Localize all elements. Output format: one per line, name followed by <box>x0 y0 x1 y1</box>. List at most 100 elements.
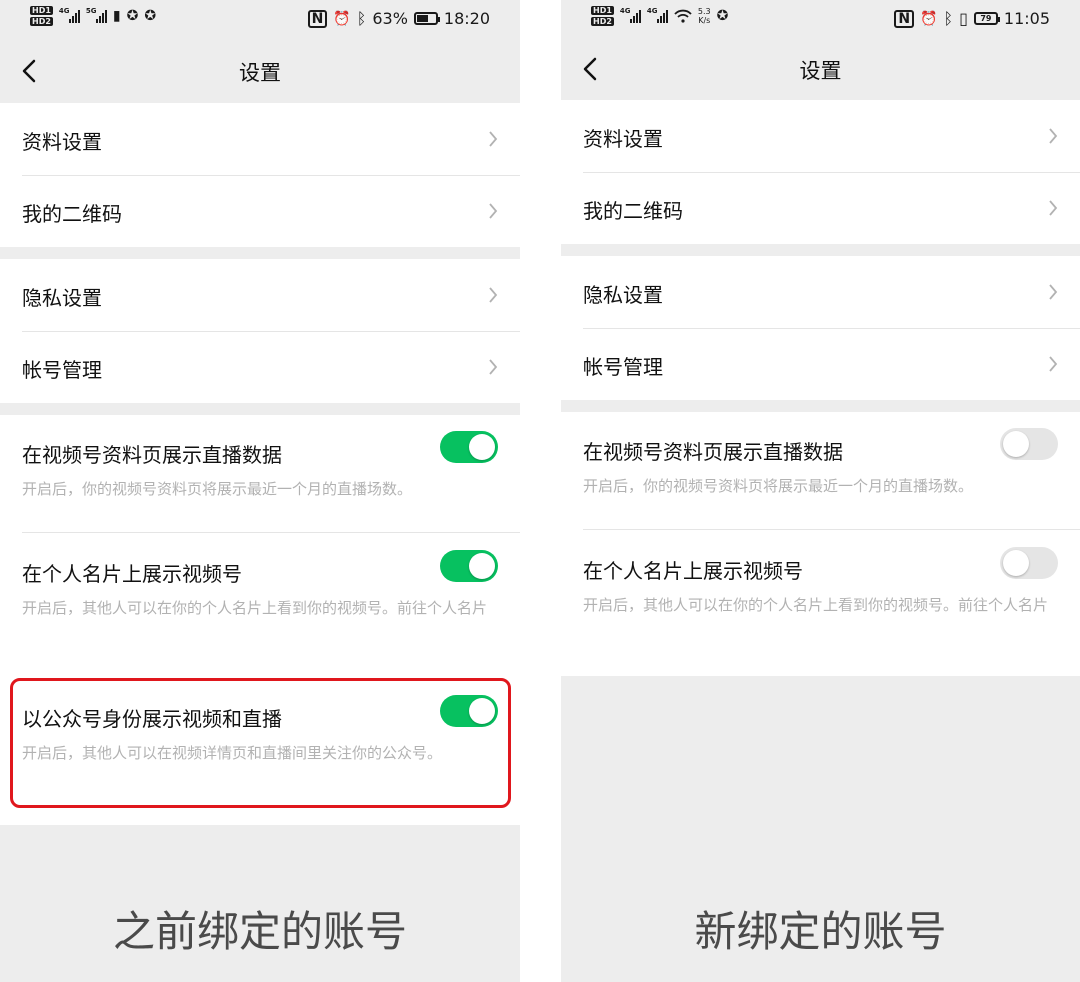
row-label: 帐号管理 <box>583 355 663 379</box>
toggle-item-live-data: 在视频号资料页展示直播数据 开启后，你的视频号资料页将展示最近一个月的直播场数。 <box>561 428 1080 536</box>
bluetooth-icon: ᛒ <box>943 9 954 28</box>
battery-percent: 79 <box>980 14 992 23</box>
hd-indicator: HD1 HD2 <box>591 6 614 26</box>
show-on-card-switch[interactable] <box>440 550 498 582</box>
settings-row-account-manage[interactable]: 帐号管理 <box>561 328 1080 400</box>
page-title: 设置 <box>239 61 281 85</box>
chevron-right-icon <box>489 131 498 147</box>
toggle-description: 开启后，其他人可以在你的个人名片上看到你的视频号。前往个人名片 <box>22 599 488 617</box>
vibrate-icon: ▯ <box>959 9 968 28</box>
page-title: 设置 <box>799 59 842 83</box>
network-type-label: 4G <box>646 7 658 15</box>
bluetooth-icon: ᛒ <box>356 9 367 28</box>
battery-fill <box>416 15 429 22</box>
live-data-switch[interactable] <box>1000 428 1058 460</box>
signal-icon: 4G <box>646 7 668 23</box>
settings-row-privacy[interactable]: 隐私设置 <box>561 256 1080 328</box>
status-right: N ⏰ ᛒ ▯ 79 11:05 <box>894 9 1050 28</box>
toggle-description: 开启后，你的视频号资料页将展示最近一个月的直播场数。 <box>583 477 974 495</box>
row-label: 帐号管理 <box>22 358 102 382</box>
battery-icon <box>413 12 440 25</box>
status-bar: HD1 HD2 4G 5G ▮ ✪ ✪ N ⏰ ᛒ 63% 18:20 <box>0 0 520 40</box>
battery-icon: 79 <box>973 12 1000 25</box>
nav-bar: 设置 <box>561 38 1080 100</box>
chevron-right-icon <box>1049 128 1058 144</box>
hd-indicator: HD1 HD2 <box>30 6 53 26</box>
settings-row-qrcode[interactable]: 我的二维码 <box>0 175 520 247</box>
toggle-item-show-on-card: 在个人名片上展示视频号 开启后，其他人可以在你的个人名片上看到你的视频号。前往个… <box>561 547 1080 675</box>
chevron-right-icon <box>1049 200 1058 216</box>
battery-saver-icon: ▮ <box>112 8 121 24</box>
alarm-icon: ⏰ <box>920 10 938 27</box>
clock: 11:05 <box>1003 9 1050 28</box>
nfc-icon: N <box>894 9 915 28</box>
settings-group-profile: 资料设置 我的二维码 <box>561 100 1080 244</box>
row-label: 隐私设置 <box>22 286 102 310</box>
wechat-notification-icon: ✪ <box>144 8 157 24</box>
caption-previous-account: 之前绑定的账号 <box>112 907 407 956</box>
chevron-right-icon <box>489 359 498 375</box>
hd1-label: HD1 <box>591 6 614 15</box>
switch-knob <box>1003 550 1029 576</box>
wifi-icon <box>674 9 692 23</box>
signal-icon: 4G <box>58 7 80 23</box>
toggle-title: 在个人名片上展示视频号 <box>583 559 803 583</box>
network-type-label: 4G <box>619 7 631 15</box>
nav-bar: 设置 <box>0 40 520 102</box>
network-type-label: 4G <box>58 7 70 15</box>
switch-knob <box>1003 431 1029 457</box>
settings-group-channels: 在视频号资料页展示直播数据 开启后，你的视频号资料页将展示最近一个月的直播场数。… <box>561 412 1080 676</box>
status-bar: HD1 HD2 4G 4G 5.3 K/s ✪ N ⏰ ᛒ ▯ 79 11:05 <box>561 0 1080 40</box>
phone-new-account: HD1 HD2 4G 4G 5.3 K/s ✪ N ⏰ ᛒ ▯ 79 11:05… <box>561 0 1080 982</box>
settings-row-qrcode[interactable]: 我的二维码 <box>561 172 1080 244</box>
chevron-right-icon <box>489 203 498 219</box>
highlight-annotation <box>10 678 511 808</box>
speed-unit: K/s <box>698 16 711 25</box>
clock: 18:20 <box>443 9 490 28</box>
switch-knob <box>469 553 495 579</box>
hd1-label: HD1 <box>30 6 53 15</box>
settings-group-account: 隐私设置 帐号管理 <box>0 259 520 403</box>
settings-row-privacy[interactable]: 隐私设置 <box>0 259 520 331</box>
hd2-label: HD2 <box>591 17 614 26</box>
settings-group-profile: 资料设置 我的二维码 <box>0 103 520 247</box>
switch-knob <box>469 434 495 460</box>
network-type-label: 5G <box>85 7 97 15</box>
toggle-item-live-data: 在视频号资料页展示直播数据 开启后，你的视频号资料页将展示最近一个月的直播场数。 <box>0 431 520 539</box>
show-on-card-switch[interactable] <box>1000 547 1058 579</box>
settings-row-profile[interactable]: 资料设置 <box>561 100 1080 172</box>
wechat-notification-icon: ✪ <box>716 8 729 24</box>
speed-value: 5.3 <box>697 7 711 16</box>
status-left: HD1 HD2 4G 5G ▮ ✪ ✪ <box>30 6 156 26</box>
toggle-description: 开启后，你的视频号资料页将展示最近一个月的直播场数。 <box>22 480 413 498</box>
signal-icon: 5G <box>85 7 107 23</box>
toggle-description: 开启后，其他人可以在你的个人名片上看到你的视频号。前往个人名片 <box>583 596 1049 614</box>
row-label: 资料设置 <box>22 130 102 154</box>
chevron-right-icon <box>1049 356 1058 372</box>
hd2-label: HD2 <box>30 17 53 26</box>
chevron-right-icon <box>489 287 498 303</box>
alarm-icon: ⏰ <box>333 10 351 27</box>
phone-previous-account: HD1 HD2 4G 5G ▮ ✪ ✪ N ⏰ ᛒ 63% 18:20 设置 资… <box>0 0 520 982</box>
row-label: 隐私设置 <box>583 283 663 307</box>
battery-percent: 63% <box>372 9 408 28</box>
settings-row-account-manage[interactable]: 帐号管理 <box>0 331 520 403</box>
status-left: HD1 HD2 4G 4G 5.3 K/s ✪ <box>591 6 728 26</box>
chevron-right-icon <box>1049 284 1058 300</box>
network-speed: 5.3 K/s <box>698 7 711 25</box>
settings-row-profile[interactable]: 资料设置 <box>0 103 520 175</box>
nfc-icon: N <box>307 9 328 28</box>
status-right: N ⏰ ᛒ 63% 18:20 <box>307 9 490 28</box>
signal-icon: 4G <box>619 7 641 23</box>
comparison-screenshot: HD1 HD2 4G 5G ▮ ✪ ✪ N ⏰ ᛒ 63% 18:20 设置 资… <box>0 0 1080 982</box>
row-label: 我的二维码 <box>22 202 122 226</box>
toggle-title: 在视频号资料页展示直播数据 <box>583 440 843 464</box>
divider <box>22 532 520 533</box>
settings-group-account: 隐私设置 帐号管理 <box>561 256 1080 400</box>
live-data-switch[interactable] <box>440 431 498 463</box>
wechat-notification-icon: ✪ <box>126 8 139 24</box>
row-label: 我的二维码 <box>583 199 683 223</box>
toggle-title: 在个人名片上展示视频号 <box>22 562 242 586</box>
caption-new-account: 新绑定的账号 <box>694 907 947 956</box>
divider <box>583 529 1080 530</box>
